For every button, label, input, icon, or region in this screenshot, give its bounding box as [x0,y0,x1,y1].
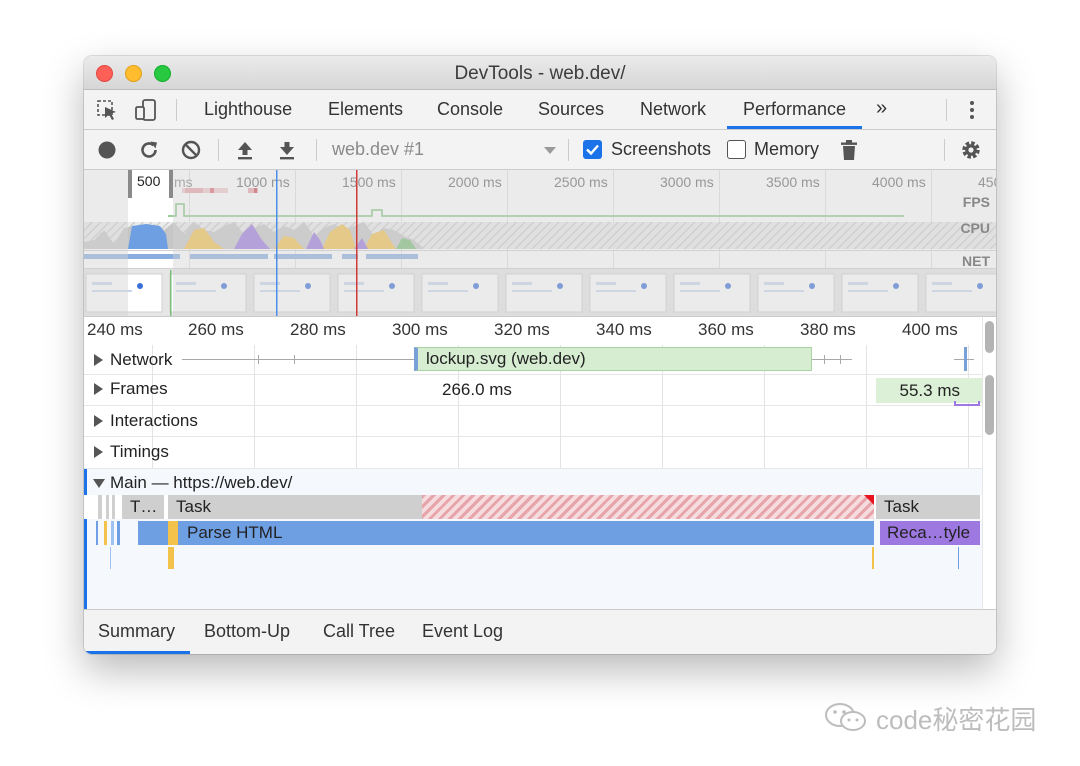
main-thread-label: Main — https://web.dev/ [110,473,293,492]
interactions-track[interactable]: Interactions [84,406,982,437]
cpu-track-label: CPU [960,220,990,236]
kebab-menu-icon[interactable] [962,99,982,121]
task-bar[interactable]: Task [876,495,980,519]
time-tick: 340 ms [596,320,652,339]
overview-selection-start-label: 500 [134,173,164,189]
window-title: DevTools - web.dev/ [454,63,626,84]
upload-icon[interactable] [234,139,256,161]
frames-track[interactable]: Frames 266.0 ms 55.3 ms [84,375,982,406]
timings-track-label: Timings [110,442,169,461]
expand-triangle-icon[interactable] [94,383,103,395]
tab-event-log[interactable]: Event Log [422,621,503,642]
long-task-warning-icon [864,495,874,505]
scrollbar-thumb[interactable] [985,321,994,353]
tab-elements[interactable]: Elements [328,99,403,120]
fps-track-label: FPS [962,194,990,210]
long-task-overage [422,495,874,519]
toolbar-separator [944,139,945,161]
gear-icon[interactable] [960,139,982,161]
time-tick: 360 ms [698,320,754,339]
devtools-window: DevTools - web.dev/ Lighthouse Elements … [84,56,996,654]
tab-bottom-up[interactable]: Bottom-Up [204,621,290,642]
network-track-label: Network [110,350,173,369]
wechat-icon [825,703,866,731]
inspect-element-icon[interactable] [96,99,120,121]
recalculate-style-event[interactable]: Reca…tyle [880,521,980,545]
network-track[interactable]: Network lockup.svg (web.dev) [84,345,982,375]
time-tick: 400 ms [902,320,958,339]
title-bar: DevTools - web.dev/ [84,56,996,90]
time-tick: 380 ms [800,320,856,339]
tab-call-tree[interactable]: Call Tree [323,621,395,642]
scrollbar-thumb[interactable] [985,375,994,435]
active-tab-indicator [84,651,190,654]
timings-track[interactable]: Timings [84,437,982,469]
screenshots-label[interactable]: Screenshots [611,139,711,160]
memory-label[interactable]: Memory [754,139,819,160]
tab-console[interactable]: Console [437,99,503,120]
frames-track-label: Frames [110,379,168,398]
tab-performance[interactable]: Performance [743,99,846,120]
tab-sources[interactable]: Sources [538,99,604,120]
reload-record-icon[interactable] [138,139,160,161]
profile-select[interactable]: web.dev #1 [332,139,424,160]
tab-lighthouse[interactable]: Lighthouse [204,99,292,120]
device-toolbar-icon[interactable] [134,99,158,121]
time-tick: 300 ms [392,320,448,339]
screenshots-checkbox[interactable] [583,140,602,159]
trash-icon[interactable] [838,139,860,161]
time-tick: 320 ms [494,320,550,339]
network-request-bar[interactable]: lockup.svg (web.dev) [414,347,812,371]
collapse-triangle-icon[interactable] [93,479,105,488]
panel-tab-bar: Lighthouse Elements Console Sources Netw… [84,90,996,130]
expand-triangle-icon[interactable] [94,354,103,366]
expand-triangle-icon[interactable] [94,415,103,427]
main-thread-track[interactable]: Main — https://web.dev/ T… Task Task Par… [84,469,982,609]
interactions-track-label: Interactions [110,411,198,430]
active-tab-indicator [727,126,862,129]
time-tick: 240 ms [87,320,143,339]
chevron-down-icon[interactable] [543,139,557,161]
time-tick: 280 ms [290,320,346,339]
expand-triangle-icon[interactable] [94,446,103,458]
vertical-scrollbar[interactable] [982,317,996,609]
net-track-label: NET [962,253,990,269]
frame-duration: 266.0 ms [442,380,512,399]
tab-summary[interactable]: Summary [98,621,175,642]
performance-toolbar: web.dev #1 Screenshots Memory [84,130,996,170]
watermark-text: code秘密花园 [876,705,1037,735]
toolbar-separator [568,139,569,161]
tab-separator [176,99,177,121]
details-tab-bar: Summary Bottom-Up Call Tree Event Log [84,609,996,654]
download-icon[interactable] [276,139,298,161]
overview-chart [84,170,996,316]
toolbar-separator [218,139,219,161]
timeline-overview[interactable]: ms 1000 ms 1500 ms 2000 ms 2500 ms 3000 … [84,170,996,317]
flame-chart[interactable]: 240 ms 260 ms 280 ms 300 ms 320 ms 340 m… [84,317,996,609]
clear-icon[interactable] [180,139,202,161]
frame-bar[interactable]: 55.3 ms [876,378,982,403]
parse-html-event[interactable]: Parse HTML [178,521,874,545]
task-bar[interactable]: T… [122,495,164,519]
record-icon[interactable] [96,139,118,161]
toolbar-separator [316,139,317,161]
checkmark-icon [586,144,599,156]
tab-network[interactable]: Network [640,99,706,120]
time-tick: 260 ms [188,320,244,339]
tab-separator [946,99,947,121]
more-tabs-button[interactable]: » [876,97,887,120]
memory-checkbox[interactable] [727,140,746,159]
